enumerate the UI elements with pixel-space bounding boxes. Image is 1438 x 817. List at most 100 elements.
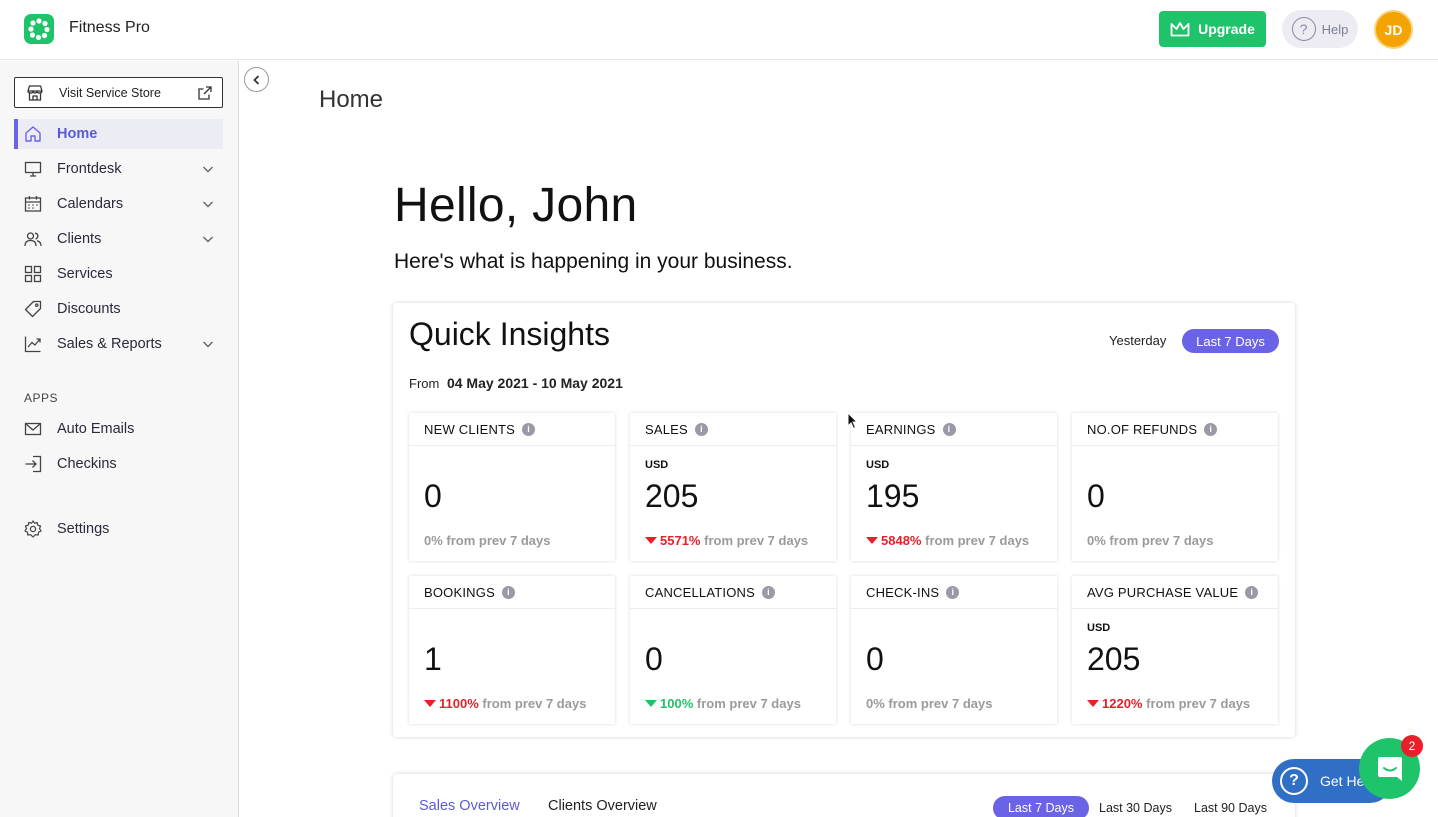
stat-card-cancellations: CANCELLATIONS i 0 100% from prev 7 days <box>630 576 836 724</box>
range-last-7-days-tab[interactable]: Last 7 Days <box>1182 329 1279 353</box>
arrow-down-icon <box>645 537 657 544</box>
stat-change-suffix: from prev 7 days <box>482 696 587 711</box>
question-icon: ? <box>1291 17 1316 41</box>
chevron-left-icon <box>252 74 259 85</box>
help-button[interactable]: ? Help <box>1282 10 1358 48</box>
arrow-down-icon <box>866 537 878 544</box>
chevron-down-icon <box>203 201 213 208</box>
sidebar-item-sales-reports[interactable]: Sales & Reports <box>14 329 223 359</box>
stat-label: CHECK-INS i <box>851 576 1057 609</box>
gear-icon <box>23 519 43 539</box>
login-icon <box>23 454 43 474</box>
user-avatar[interactable]: JD <box>1374 10 1413 49</box>
date-range-row: From 04 May 2021 - 10 May 2021 <box>409 375 623 391</box>
sidebar: Visit Service Store Home Frontdesk Calen… <box>0 61 239 817</box>
sidebar-item-frontdesk[interactable]: Frontdesk <box>14 154 223 184</box>
tab-clients-overview[interactable]: Clients Overview <box>548 798 657 814</box>
sidebar-item-label: Checkins <box>57 456 117 472</box>
range-yesterday-tab[interactable]: Yesterday <box>1109 333 1166 348</box>
chat-icon <box>1377 756 1402 781</box>
quick-insights-card: Quick Insights Yesterday Last 7 Days Fro… <box>393 303 1295 737</box>
mouse-cursor-icon <box>847 412 859 430</box>
monitor-icon <box>23 159 43 179</box>
sidebar-item-calendars[interactable]: Calendars <box>14 189 223 219</box>
stat-label: BOOKINGS i <box>409 576 615 609</box>
grid-icon <box>23 264 43 284</box>
app-logo-icon[interactable] <box>24 14 54 44</box>
stat-card-avg-purchase-value: AVG PURCHASE VALUE i USD 205 1220% from prev… <box>1072 576 1278 724</box>
stat-change-percent: 5848% <box>881 533 922 548</box>
date-range-value: 04 May 2021 - 10 May 2021 <box>446 375 623 391</box>
notification-badge: 2 <box>1401 735 1423 757</box>
sidebar-item-clients[interactable]: Clients <box>14 224 223 254</box>
info-icon[interactable]: i <box>946 585 960 599</box>
collapse-sidebar-button[interactable] <box>244 67 269 92</box>
stat-label: AVG PURCHASE VALUE i <box>1072 576 1278 609</box>
info-icon[interactable]: i <box>501 585 515 599</box>
mail-icon <box>23 419 43 439</box>
stat-label: NEW CLIENTS i <box>409 413 615 446</box>
stat-value: 195 <box>866 478 920 514</box>
stat-card-bookings: BOOKINGS i 1 1100% from prev 7 days <box>409 576 615 724</box>
store-icon <box>27 84 43 101</box>
tab-sales-overview[interactable]: Sales Overview <box>419 798 520 814</box>
upgrade-button[interactable]: Upgrade <box>1159 11 1266 47</box>
chevron-down-icon <box>203 236 213 243</box>
stat-value: 0 <box>1087 478 1105 514</box>
app-title: Fitness Pro <box>69 19 150 36</box>
stat-change: 5848% from prev 7 days <box>866 533 1029 548</box>
stat-change: 0% from prev 7 days <box>424 533 550 548</box>
sidebar-item-auto-emails[interactable]: Auto Emails <box>14 414 223 444</box>
stat-change: 1100% from prev 7 days <box>424 696 586 711</box>
sidebar-item-label: Discounts <box>57 301 121 317</box>
stat-card-check-ins: CHECK-INS i 0 0% from prev 7 days <box>851 576 1057 724</box>
overview-range-last-7-days[interactable]: Last 7 Days <box>993 796 1089 817</box>
info-icon[interactable]: i <box>1245 585 1259 599</box>
stat-change-percent: 1220% <box>1102 696 1143 711</box>
sidebar-item-label: Settings <box>57 521 110 537</box>
sidebar-item-checkins[interactable]: Checkins <box>14 449 223 479</box>
overview-range-last-30-days[interactable]: Last 30 Days <box>1099 801 1172 815</box>
sidebar-item-label: Auto Emails <box>57 421 135 437</box>
overview-range-last-90-days[interactable]: Last 90 Days <box>1194 801 1267 815</box>
stat-change: 5571% from prev 7 days <box>645 533 808 548</box>
stat-currency: USD <box>1087 622 1111 634</box>
info-icon[interactable]: i <box>1204 422 1218 436</box>
stat-change: 0% from prev 7 days <box>1087 533 1213 548</box>
info-icon[interactable]: i <box>762 585 775 599</box>
stat-change-percent: 0% <box>1087 533 1106 548</box>
stat-change-percent: 5571% <box>660 533 701 548</box>
stat-label: CANCELLATIONS i <box>630 576 836 609</box>
info-icon[interactable]: i <box>942 422 956 436</box>
stat-change-suffix: from prev 7 days <box>1146 696 1251 711</box>
sidebar-item-settings[interactable]: Settings <box>14 514 223 544</box>
stat-label-text: NEW CLIENTS <box>424 421 516 437</box>
users-icon <box>23 229 43 249</box>
stat-label: SALES i <box>630 413 836 446</box>
greeting-heading: Hello, John <box>394 179 638 232</box>
stat-change-suffix: from prev 7 days <box>696 696 801 711</box>
arrow-up-icon <box>645 700 657 707</box>
info-icon[interactable]: i <box>694 422 708 436</box>
sidebar-item-label: Services <box>57 266 113 282</box>
stat-change: 1220% from prev 7 days <box>1087 696 1250 711</box>
sidebar-item-discounts[interactable]: Discounts <box>14 294 223 324</box>
page-title: Home <box>319 86 384 113</box>
calendar-icon <box>23 194 43 214</box>
stat-label-text: AVG PURCHASE VALUE <box>1087 584 1239 600</box>
stat-change-suffix: from prev 7 days <box>704 533 809 548</box>
upgrade-label: Upgrade <box>1198 21 1255 37</box>
top-bar: Fitness Pro Upgrade ? Help JD <box>0 0 1438 60</box>
stat-change-suffix: from prev 7 days <box>446 533 551 548</box>
sidebar-item-home[interactable]: Home <box>14 119 223 149</box>
visit-service-store-button[interactable]: Visit Service Store <box>14 77 223 108</box>
insights-title: Quick Insights <box>409 316 610 352</box>
stat-label: EARNINGS i <box>851 413 1057 446</box>
info-icon[interactable]: i <box>522 422 536 436</box>
external-link-icon <box>198 85 212 100</box>
tag-icon <box>23 299 43 319</box>
sidebar-item-label: Calendars <box>57 196 124 212</box>
stat-value: 205 <box>645 478 699 514</box>
sidebar-item-services[interactable]: Services <box>14 259 223 289</box>
stat-value: 205 <box>1087 641 1141 677</box>
